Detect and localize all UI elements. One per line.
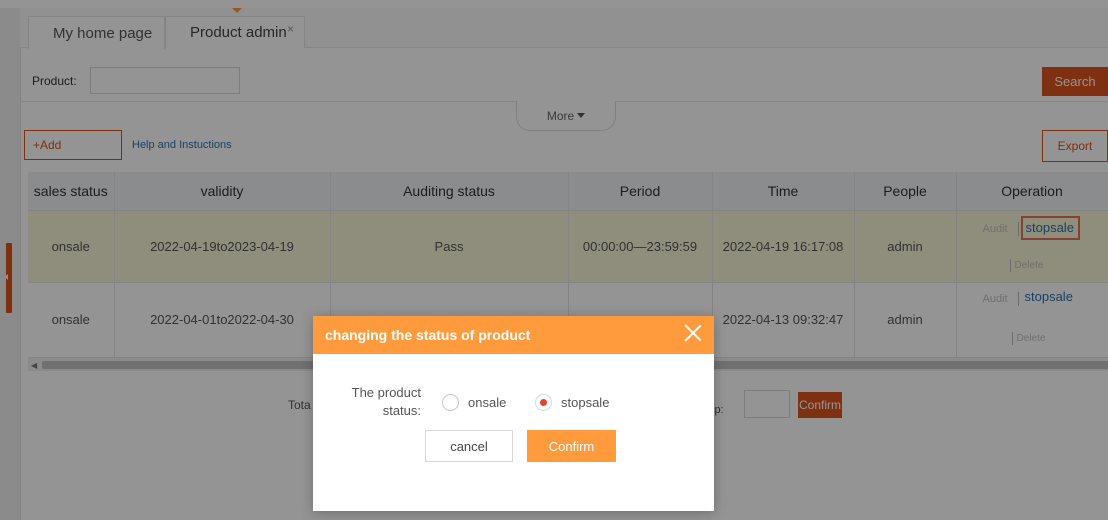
radio-label: stopsale xyxy=(561,395,610,410)
status-dialog: changing the status of product The produ… xyxy=(313,316,714,511)
product-status-label: The product status: xyxy=(351,385,421,418)
radio-unchecked-icon[interactable] xyxy=(442,394,459,411)
radio-label: onsale xyxy=(468,395,507,410)
close-icon[interactable] xyxy=(684,324,702,342)
dialog-title: changing the status of product xyxy=(325,327,531,343)
cancel-button[interactable]: cancel xyxy=(425,430,513,462)
radio-onsale[interactable]: onsale xyxy=(442,394,506,411)
dialog-header: changing the status of product xyxy=(313,316,714,354)
confirm-button[interactable]: Confirm xyxy=(527,430,616,462)
radio-checked-icon[interactable] xyxy=(535,394,552,411)
radio-stopsale[interactable]: stopsale xyxy=(535,394,609,411)
